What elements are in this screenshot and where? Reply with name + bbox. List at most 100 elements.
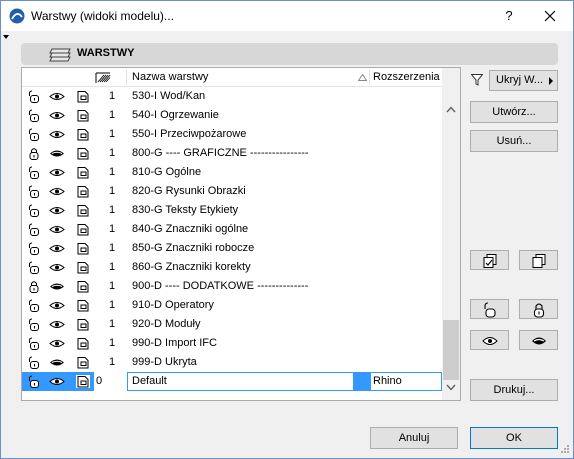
solid-model-icon[interactable] [76,166,90,179]
intersection-group-number[interactable]: 1 [109,315,115,334]
resize-grip-icon[interactable] [560,444,570,454]
layer-name[interactable]: Default [132,372,167,391]
unlock-icon[interactable] [27,299,41,312]
solid-model-icon[interactable] [76,318,90,331]
solid-model-icon[interactable] [76,356,90,369]
table-row[interactable]: 1 850-G Znaczniki robocze [22,239,442,258]
wireframe-column-icon[interactable] [95,70,111,84]
lock-icon[interactable] [27,280,41,293]
table-row[interactable]: 1 840-G Znaczniki ogólne [22,220,442,239]
intersection-group-number[interactable]: 1 [109,201,115,220]
intersection-group-number[interactable]: 1 [109,220,115,239]
eye-closed-icon[interactable] [49,356,65,369]
table-row[interactable]: 1 920-D Moduły [22,315,442,334]
create-button[interactable]: Utwórz... [470,101,558,123]
solid-model-icon[interactable] [76,109,90,122]
eye-icon[interactable] [49,223,65,236]
eye-icon[interactable] [49,166,65,179]
eye-icon[interactable] [49,337,65,350]
eye-icon[interactable] [49,375,65,388]
eye-icon[interactable] [49,318,65,331]
solid-model-icon[interactable] [76,147,90,160]
lock-all-button[interactable] [519,299,558,319]
table-row[interactable]: 1 999-D Ukryta [22,353,442,372]
intersection-group-number[interactable]: 1 [109,353,115,372]
table-row-selected[interactable]: 0 Default Rhino [22,372,442,391]
table-row[interactable]: 1 910-D Operatory [22,296,442,315]
eye-closed-icon[interactable] [49,147,65,160]
hide-all-button[interactable] [519,330,558,350]
unlock-icon[interactable] [27,90,41,103]
solid-model-icon[interactable] [76,90,90,103]
unlock-icon[interactable] [27,185,41,198]
solid-model-icon[interactable] [76,223,90,236]
unlock-icon[interactable] [27,318,41,331]
intersection-group-number[interactable]: 1 [109,258,115,277]
table-row[interactable]: 1 540-I Ogrzewanie [22,106,442,125]
unlock-icon[interactable] [27,261,41,274]
unlock-icon[interactable] [27,109,41,122]
table-row[interactable]: 1 830-G Teksty Etykiety [22,201,442,220]
table-row[interactable]: 1 550-I Przeciwpożarowe [22,125,442,144]
column-header-extensions[interactable]: Rozszerzenia [373,68,440,87]
unlock-icon[interactable] [27,356,41,369]
solid-model-icon[interactable] [76,299,90,312]
solid-model-icon[interactable] [76,204,90,217]
eye-closed-icon[interactable] [49,280,65,293]
table-row[interactable]: 1 810-G Ogólne [22,163,442,182]
eye-icon[interactable] [49,204,65,217]
scroll-down-icon[interactable] [446,384,456,391]
solid-model-icon[interactable] [76,185,90,198]
paste-layer-button[interactable] [519,250,558,270]
table-row[interactable]: 1 860-G Znaczniki korekty [22,258,442,277]
vertical-scrollbar[interactable] [442,68,460,400]
close-icon[interactable] [537,5,563,27]
solid-model-icon[interactable] [76,337,90,350]
intersection-group-number[interactable]: 1 [109,182,115,201]
intersection-group-number[interactable]: 1 [109,296,115,315]
scrollbar-thumb[interactable] [443,320,459,380]
unlock-icon[interactable] [27,375,41,388]
cancel-button[interactable]: Anuluj [370,427,458,449]
eye-icon[interactable] [49,185,65,198]
intersection-group-number[interactable]: 1 [109,106,115,125]
unlock-icon[interactable] [27,242,41,255]
intersection-group-number[interactable]: 1 [109,87,115,106]
table-row[interactable]: 1 820-G Rysunki Obrazki [22,182,442,201]
show-filter-dropdown[interactable]: Ukryj W... [489,70,558,91]
solid-model-icon[interactable] [76,242,90,255]
unlock-all-button[interactable] [470,299,509,319]
solid-model-icon[interactable] [76,280,90,293]
intersection-group-number[interactable]: 1 [109,334,115,353]
eye-icon[interactable] [49,242,65,255]
panel-header[interactable]: WARSTWY [21,43,558,65]
scroll-up-icon[interactable] [446,106,456,113]
intersection-group-number[interactable]: 1 [109,277,115,296]
intersection-group-number[interactable]: 1 [109,163,115,182]
filter-icon[interactable] [471,74,483,86]
intersection-group-number[interactable]: 1 [109,239,115,258]
table-row[interactable]: 1 990-D Import IFC [22,334,442,353]
ok-button[interactable]: OK [470,427,558,449]
intersection-group-number[interactable]: 0 [96,372,102,391]
delete-button[interactable]: Usuń... [470,130,558,152]
print-button[interactable]: Drukuj... [470,379,558,401]
eye-icon[interactable] [49,90,65,103]
unlock-icon[interactable] [27,223,41,236]
lock-icon[interactable] [27,147,41,160]
copy-layer-button[interactable] [470,250,509,270]
solid-model-icon[interactable] [76,261,90,274]
unlock-icon[interactable] [27,204,41,217]
show-all-button[interactable] [470,330,509,350]
eye-icon[interactable] [49,299,65,312]
unlock-icon[interactable] [27,337,41,350]
column-header-name[interactable]: Nazwa warstwy [132,68,208,87]
unlock-icon[interactable] [27,128,41,141]
solid-model-icon[interactable] [76,128,90,141]
intersection-group-number[interactable]: 1 [109,125,115,144]
unlock-icon[interactable] [27,166,41,179]
eye-icon[interactable] [49,128,65,141]
table-row[interactable]: 1 900-D ---- DODATKOWE -------------- [22,277,442,296]
collapse-arrow-icon[interactable] [3,35,9,39]
intersection-group-number[interactable]: 1 [109,144,115,163]
